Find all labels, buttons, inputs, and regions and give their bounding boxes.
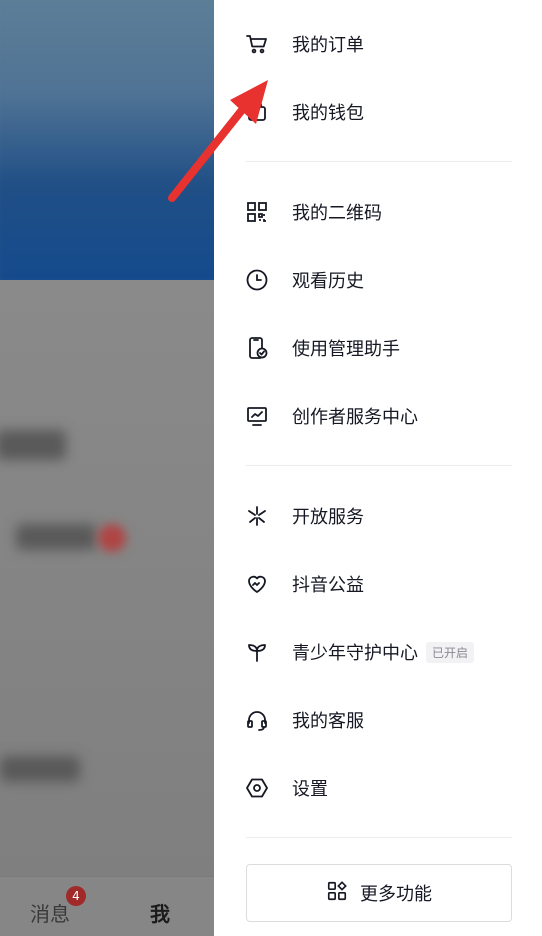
clock-icon <box>244 267 270 293</box>
tab-me[interactable]: 我 <box>150 898 170 927</box>
menu-item-qrcode[interactable]: 我的二维码 <box>244 192 514 232</box>
menu-item-open-services[interactable]: 开放服务 <box>244 496 514 536</box>
annotation-arrow <box>168 80 268 202</box>
section-divider <box>246 161 512 162</box>
phone-check-icon <box>244 335 270 361</box>
messages-badge: 4 <box>66 886 86 906</box>
blurred-text <box>0 756 80 782</box>
menu-item-label: 创作者服务中心 <box>292 407 418 428</box>
headset-icon <box>244 707 270 733</box>
menu-item-label: 观看历史 <box>292 271 364 292</box>
menu-item-label: 我的订单 <box>292 35 364 56</box>
menu-item-customer-service[interactable]: 我的客服 <box>244 700 514 740</box>
section-divider <box>246 837 512 838</box>
menu-item-usage-assistant[interactable]: 使用管理助手 <box>244 328 514 368</box>
heart-icon <box>244 571 270 597</box>
blurred-text <box>16 524 96 550</box>
cart-icon <box>244 31 270 57</box>
sprout-icon <box>244 639 270 665</box>
more-features-label: 更多功能 <box>360 884 432 905</box>
blurred-badge <box>98 524 126 552</box>
menu-item-label: 我的钱包 <box>292 103 364 124</box>
menu-item-label: 设置 <box>292 779 328 800</box>
menu-item-settings[interactable]: 设置 <box>244 768 514 808</box>
grid-icon <box>326 880 348 906</box>
menu-item-label: 抖音公益 <box>292 575 364 596</box>
menu-item-label: 我的二维码 <box>292 203 382 224</box>
asterisk-icon <box>244 503 270 529</box>
more-features-button[interactable]: 更多功能 <box>246 864 512 922</box>
tab-messages[interactable]: 消息 <box>30 898 70 927</box>
menu-item-wallet[interactable]: 我的钱包 <box>244 92 514 132</box>
section-divider <box>246 465 512 466</box>
blurred-text <box>0 430 66 460</box>
menu-item-label: 使用管理助手 <box>292 339 400 360</box>
menu-item-creator-center[interactable]: 创作者服务中心 <box>244 396 514 436</box>
monitor-chart-icon <box>244 403 270 429</box>
hexagon-gear-icon <box>244 775 270 801</box>
menu-item-youth-protection[interactable]: 青少年守护中心 已开启 <box>244 632 514 672</box>
menu-item-label: 我的客服 <box>292 711 364 732</box>
status-badge: 已开启 <box>426 641 475 663</box>
menu-item-charity[interactable]: 抖音公益 <box>244 564 514 604</box>
blurred-content <box>0 280 214 880</box>
menu-item-label: 开放服务 <box>292 507 364 528</box>
menu-item-history[interactable]: 观看历史 <box>244 260 514 300</box>
menu-item-label: 青少年守护中心 <box>292 643 418 664</box>
menu-item-orders[interactable]: 我的订单 <box>244 24 514 64</box>
